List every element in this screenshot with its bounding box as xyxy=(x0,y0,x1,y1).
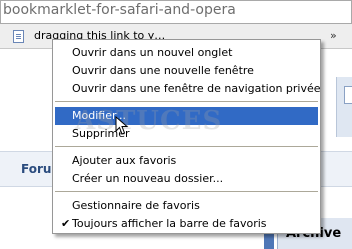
page-icon xyxy=(13,30,24,43)
watermark-logo: ASTUCES xyxy=(75,106,223,136)
menu-item-label: Ouvrir dans une fenêtre de navigation pr… xyxy=(72,82,321,95)
side-field[interactable] xyxy=(344,86,352,104)
menu-item-label: Créer un nouveau dossier... xyxy=(72,172,224,185)
menu-item-new-folder[interactable]: Créer un nouveau dossier... xyxy=(55,170,318,188)
menu-item-label: Ouvrir dans une nouvelle fenêtre xyxy=(72,64,254,77)
address-bar-url[interactable]: bookmarklet-for-safari-and-opera xyxy=(3,2,236,18)
mouse-cursor-icon xyxy=(115,115,129,139)
menu-item-label: Ajouter aux favoris xyxy=(72,154,177,167)
chevron-right-icon[interactable]: » xyxy=(330,24,350,48)
menu-item-open-new-window[interactable]: Ouvrir dans une nouvelle fenêtre xyxy=(55,62,318,80)
menu-item-label: Toujours afficher la barre de favoris xyxy=(72,217,267,230)
menu-item-always-show-bar[interactable]: ✔ Toujours afficher la barre de favoris xyxy=(55,215,318,233)
menu-item-add-favorite[interactable]: Ajouter aux favoris xyxy=(55,152,318,170)
menu-item-open-private-window[interactable]: Ouvrir dans une fenêtre de navigation pr… xyxy=(55,80,321,98)
menu-item-bookmark-manager[interactable]: Gestionnaire de favoris xyxy=(55,197,318,215)
menu-separator xyxy=(55,146,318,147)
menu-item-label: Gestionnaire de favoris xyxy=(72,199,200,212)
menu-separator xyxy=(55,101,318,102)
address-bar[interactable]: bookmarklet-for-safari-and-opera xyxy=(0,0,352,24)
check-icon: ✔ xyxy=(61,217,71,230)
menu-separator xyxy=(55,191,318,192)
menu-item-label: Ouvrir dans un nouvel onglet xyxy=(72,46,233,59)
menu-item-open-new-tab[interactable]: Ouvrir dans un nouvel onglet xyxy=(55,44,318,62)
